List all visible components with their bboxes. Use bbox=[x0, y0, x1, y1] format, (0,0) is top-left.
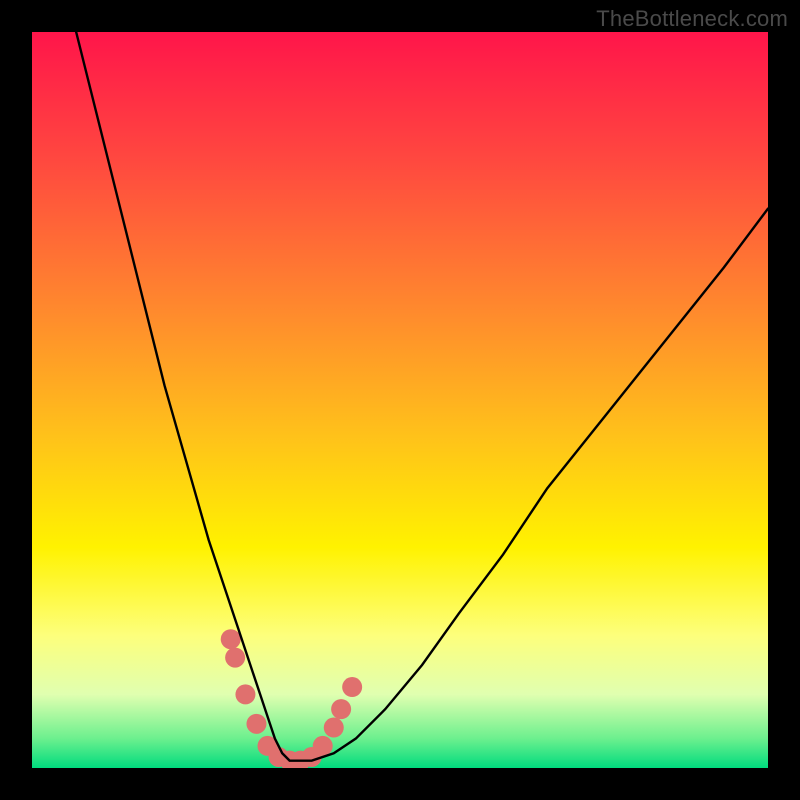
highlight-marker bbox=[235, 684, 255, 704]
highlight-marker bbox=[342, 677, 362, 697]
outer-frame: TheBottleneck.com bbox=[0, 0, 800, 800]
highlight-marker bbox=[324, 718, 344, 738]
highlight-marker bbox=[246, 714, 266, 734]
plot-area bbox=[32, 32, 768, 768]
curve-layer bbox=[32, 32, 768, 768]
bottleneck-curve bbox=[76, 32, 768, 761]
highlight-marker bbox=[221, 629, 241, 649]
watermark-text: TheBottleneck.com bbox=[596, 6, 788, 32]
highlight-marker bbox=[225, 648, 245, 668]
highlight-marker bbox=[313, 736, 333, 756]
highlight-marker bbox=[331, 699, 351, 719]
